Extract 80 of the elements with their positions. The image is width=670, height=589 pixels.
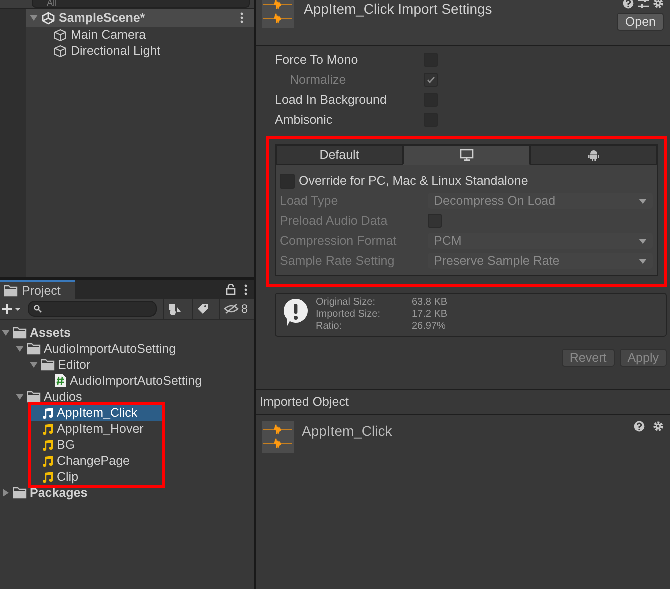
help-icon[interactable] — [634, 421, 645, 432]
music-note-icon — [42, 407, 54, 419]
project-tree-item[interactable]: ChangePage — [31, 453, 162, 469]
project-tab[interactable]: Project — [0, 280, 75, 299]
platform-tab[interactable] — [403, 145, 530, 165]
music-note-icon — [42, 423, 54, 435]
expanded-arrow-icon[interactable] — [16, 393, 24, 401]
cube-icon — [54, 28, 67, 42]
setting-label: Compression Format — [280, 234, 398, 248]
project-search-field[interactable] — [28, 301, 158, 317]
waveform-thumbnail — [262, 0, 294, 28]
folder-icon — [13, 327, 27, 339]
inspector-title: AppItem_Click Import Settings — [304, 2, 494, 19]
setting-label: Load Type — [280, 194, 340, 208]
project-tree-item[interactable]: Assets — [0, 325, 254, 341]
hidden-packages-toggle[interactable]: 8 — [219, 299, 252, 319]
collapsed-arrow-icon[interactable] — [2, 489, 10, 497]
waveform-thumbnail — [262, 421, 294, 453]
presets-sliders-icon[interactable] — [638, 0, 649, 9]
music-note-icon — [42, 439, 54, 451]
platform-tab[interactable] — [530, 145, 657, 165]
cube-icon — [54, 44, 67, 58]
music-note-icon — [42, 471, 54, 483]
help-icon[interactable] — [623, 0, 634, 9]
folder-icon — [41, 359, 55, 371]
monitor-icon — [460, 149, 474, 161]
project-tree-item[interactable]: BG — [31, 437, 162, 453]
project-tree-item[interactable]: AudioImportAutoSetting — [0, 341, 254, 357]
hierarchy-item[interactable]: Directional Light — [26, 43, 254, 59]
tag-icon[interactable] — [197, 303, 210, 315]
dropdown-arrow-icon — [639, 198, 647, 204]
section-header: Imported Object — [256, 390, 670, 415]
override-label: Override for PC, Mac & Linux Standalone — [299, 174, 528, 188]
setting-label: Preload Audio Data — [280, 214, 389, 228]
imported-object-name: AppItem_Click — [302, 423, 394, 439]
search-icon — [34, 305, 42, 313]
dropdown-arrow-icon — [639, 258, 647, 264]
eye-slash-icon — [224, 304, 240, 314]
hierarchy-item[interactable]: Main Camera — [26, 27, 254, 43]
unity-logo-icon — [42, 12, 55, 24]
info-label: Ratio: — [316, 321, 344, 333]
settings-icon[interactable] — [653, 421, 664, 432]
filter-by-type-icon[interactable] — [168, 302, 182, 316]
scene-header[interactable]: SampleScene* — [26, 9, 254, 27]
info-label: Original Size: — [316, 297, 376, 309]
folder-icon — [27, 391, 41, 403]
create-plus-icon[interactable] — [2, 303, 22, 315]
dropdown-arrow-icon — [639, 238, 647, 244]
info-value: 17.2 KB — [412, 309, 448, 321]
platform-tab[interactable]: Default — [276, 145, 403, 165]
settings-icon[interactable] — [653, 0, 664, 9]
project-tree-item[interactable]: AppItem_Click — [31, 405, 162, 421]
more-options-icon[interactable] — [244, 284, 248, 296]
folder-icon — [13, 487, 27, 499]
project-tree-item[interactable]: Packages — [0, 485, 254, 501]
project-tree-item[interactable]: Audios — [0, 389, 254, 405]
warning-bubble-icon — [282, 297, 310, 329]
checkmark-icon — [426, 75, 436, 85]
expanded-arrow-icon[interactable] — [30, 14, 38, 22]
project-tree-item[interactable]: Editor — [0, 357, 254, 373]
info-value: 26.97% — [412, 321, 447, 333]
project-tree-item[interactable]: AudioImportAutoSetting — [0, 373, 254, 389]
info-label: Imported Size: — [316, 309, 382, 321]
project-tree-item[interactable]: Clip — [31, 469, 162, 485]
option-label: Normalize — [289, 73, 348, 87]
info-value: 63.8 KB — [412, 297, 448, 309]
setting-label: Sample Rate Setting — [280, 254, 396, 268]
music-note-icon — [42, 455, 54, 467]
open-button[interactable]: Open — [617, 13, 664, 31]
script-icon — [55, 374, 67, 388]
folder-icon — [4, 284, 18, 296]
scene-name: SampleScene* — [59, 11, 146, 25]
project-tree-item[interactable]: AppItem_Hover — [31, 421, 162, 437]
lock-icon[interactable] — [226, 284, 236, 295]
option-label: Ambisonic — [275, 113, 334, 127]
android-icon — [588, 148, 600, 162]
option-label: Load In Background — [275, 93, 388, 107]
option-label: Force To Mono — [275, 53, 360, 67]
folder-icon — [27, 343, 41, 355]
more-options-icon[interactable] — [240, 12, 244, 24]
